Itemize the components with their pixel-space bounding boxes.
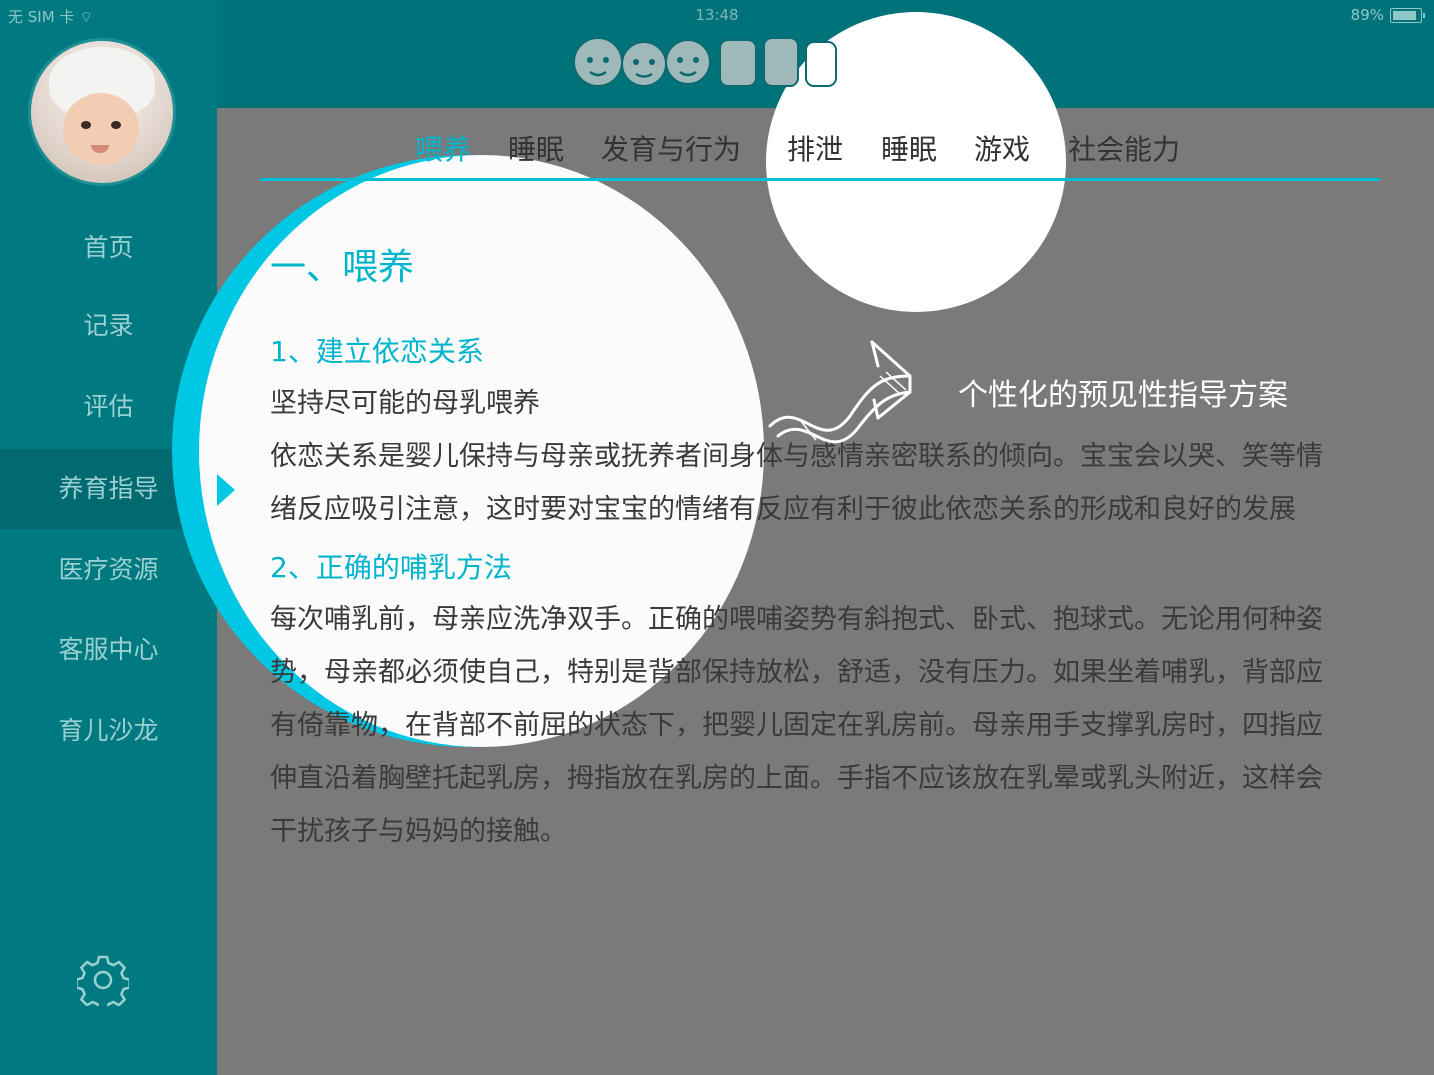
- tab-feeding[interactable]: 喂养: [415, 128, 471, 168]
- paragraph-line: 每次哺乳前，母亲应洗净双手。正确的喂哺姿势有斜抱式、卧式、抱球式。无论用何种姿: [270, 604, 1323, 635]
- tab-social-ability[interactable]: 社会能力: [1068, 128, 1180, 168]
- avatar[interactable]: [28, 38, 176, 186]
- active-indicator-arrow: [217, 474, 235, 506]
- tab-underline: [260, 178, 1380, 181]
- baby-faces-logo: [573, 37, 837, 87]
- category-tabs: 喂养 睡眠 发育与行为 排泄 睡眠 游戏 社会能力: [260, 128, 1380, 182]
- paragraph-line: 有倚靠物，在背部不前屈的状态下，把婴儿固定在乳房前。母亲用手支撑乳房时，四指应: [270, 710, 1323, 741]
- tab-development-behavior[interactable]: 发育与行为: [601, 128, 741, 168]
- tab-sleep[interactable]: 睡眠: [508, 128, 564, 168]
- paragraph-line: 绪反应吸引注意，这时要对宝宝的情绪有反应有利于彼此依恋关系的形成和良好的发展: [270, 494, 1296, 525]
- gear-icon[interactable]: [77, 954, 129, 1006]
- callout-text: 个性化的预见性指导方案: [958, 378, 1288, 413]
- tab-excretion[interactable]: 排泄: [787, 128, 843, 168]
- section-heading: 2、正确的哺乳方法: [270, 551, 512, 584]
- paragraph-line: 势，母亲都必须使自己，特别是背部保持放松，舒适，没有压力。如果坐着哺乳，背部应: [270, 657, 1323, 688]
- tab-sleep-2[interactable]: 睡眠: [881, 128, 937, 168]
- curved-arrow-icon: [768, 340, 912, 444]
- tab-games[interactable]: 游戏: [974, 128, 1030, 168]
- sidebar-item-customer-service[interactable]: 客服中心: [0, 630, 217, 666]
- sidebar-item-records[interactable]: 记录: [0, 306, 217, 342]
- sidebar-item-medical-resources[interactable]: 医疗资源: [0, 550, 217, 586]
- section-heading: 1、建立依恋关系: [270, 335, 484, 368]
- sidebar-item-home[interactable]: 首页: [0, 228, 217, 264]
- paragraph-line: 干扰孩子与妈妈的接触。: [270, 816, 567, 847]
- paragraph-line: 坚持尽可能的母乳喂养: [270, 388, 540, 419]
- battery-icon: [1390, 8, 1425, 23]
- paragraph-line: 伸直沿着胸壁托起乳房，拇指放在乳房的上面。手指不应该放在乳晕或乳头附近，这样会: [270, 763, 1323, 794]
- battery-percent: 89%: [1350, 6, 1384, 24]
- clock: 13:48: [695, 6, 739, 24]
- article-title: 一、喂养: [270, 247, 415, 288]
- sidebar-item-parenting-salon[interactable]: 育儿沙龙: [0, 711, 217, 747]
